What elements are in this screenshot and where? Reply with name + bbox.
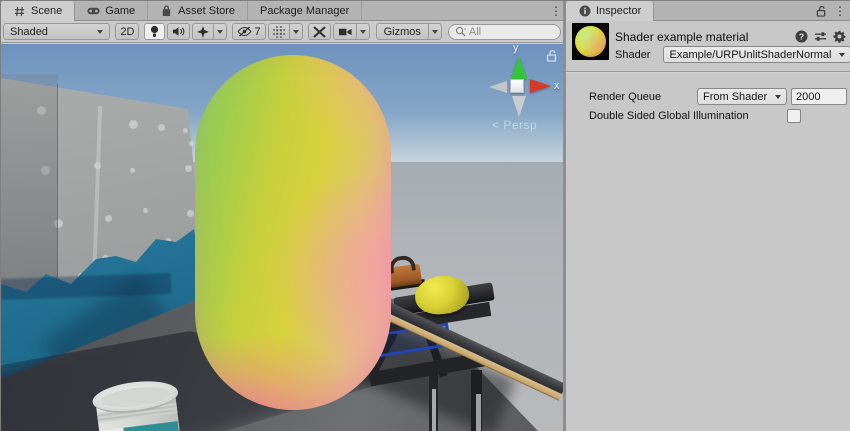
chevron-down-icon [217, 30, 223, 34]
scene-panel: Scene Game Asset Store Package Manager ⋮ [1, 1, 563, 431]
section-divider [566, 71, 850, 73]
snap-grid-button[interactable] [268, 23, 290, 40]
tabbar-spacer [362, 1, 549, 20]
tab-label: Inspector [596, 5, 641, 17]
component-tools-button[interactable] [308, 23, 331, 40]
inspector-menu-button[interactable]: ⋮ [833, 1, 847, 20]
camera-split-button [333, 23, 370, 40]
camera-button[interactable] [333, 23, 357, 40]
gamepad-icon [87, 4, 100, 17]
y-axis-cone[interactable] [511, 56, 527, 79]
bench-metal-leg [432, 389, 436, 431]
x-axis-cone[interactable] [530, 79, 551, 93]
help-icon[interactable]: ? [795, 30, 808, 43]
scene-visibility-button[interactable]: 7 [232, 23, 265, 40]
shading-mode-dropdown[interactable]: Shaded [3, 23, 110, 40]
scene-tabbar: Scene Game Asset Store Package Manager ⋮ [1, 1, 563, 21]
inspector-tabbar: Inspector ⋮ [566, 1, 850, 21]
audio-icon [172, 26, 185, 37]
lock-icon[interactable] [546, 49, 558, 62]
gizmos-dropdown-button[interactable] [429, 23, 442, 40]
effects-dropdown-button[interactable] [214, 23, 227, 40]
chevron-down-icon [839, 53, 845, 57]
bag-icon [160, 4, 173, 17]
chevron-down-icon [432, 30, 438, 34]
paint-bucket [91, 377, 183, 431]
scene-toolbar: Shaded 2D [1, 21, 563, 43]
scene-viewport[interactable]: y x < Persp [1, 44, 563, 431]
tools-icon [313, 26, 326, 38]
gear-icon[interactable] [833, 30, 846, 43]
chevron-down-icon [97, 30, 103, 34]
chevron-down-icon [293, 30, 299, 34]
material-name: Shader example material [615, 30, 748, 44]
snap-grid-icon [273, 26, 285, 38]
grid-dropdown-button[interactable] [290, 23, 303, 40]
effects-split-button [192, 23, 227, 40]
eye-off-icon [237, 26, 252, 37]
lightbulb-icon [149, 25, 160, 38]
shader-label: Shader [615, 49, 650, 61]
audio-toggle-button[interactable] [167, 23, 190, 40]
shader-dropdown[interactable]: Example/URPUnlitShaderNormal [663, 46, 850, 63]
presets-icon[interactable] [814, 30, 827, 43]
tab-label: Package Manager [260, 5, 349, 17]
render-queue-value-field[interactable] [791, 88, 847, 105]
scene-panel-menu-button[interactable]: ⋮ [549, 1, 563, 20]
chevron-down-icon [775, 95, 781, 99]
unity-editor-window: Scene Game Asset Store Package Manager ⋮ [0, 0, 850, 431]
scene-search-box[interactable] [448, 24, 561, 40]
render-queue-dropdown[interactable]: From Shader [697, 88, 787, 105]
gizmos-button[interactable]: Gizmos [376, 23, 429, 40]
toggle-2d-button[interactable]: 2D [115, 23, 139, 40]
search-input[interactable] [469, 26, 549, 38]
tab-scene[interactable]: Scene [1, 1, 75, 21]
tab-asset-store[interactable]: Asset Store [148, 1, 248, 20]
tab-label: Asset Store [178, 5, 235, 17]
tab-label: Scene [31, 5, 62, 17]
camera-dropdown-button[interactable] [357, 23, 370, 40]
tab-label: Game [105, 5, 135, 17]
double-sided-gi-label: Double Sided Global Illumination [589, 110, 749, 122]
camera-icon [338, 27, 352, 37]
material-preview-sphere [575, 26, 606, 57]
chevron-down-icon [360, 30, 366, 34]
tab-package-manager[interactable]: Package Manager [248, 1, 362, 20]
double-sided-gi-checkbox[interactable] [787, 109, 801, 123]
effects-toggle-button[interactable] [192, 23, 214, 40]
material-preview[interactable] [572, 23, 609, 60]
neg-x-axis-cone[interactable] [489, 81, 507, 93]
lighting-toggle-button[interactable] [144, 23, 165, 40]
hidden-count: 7 [254, 26, 260, 38]
bench-metal-leg [476, 394, 481, 431]
search-icon [455, 26, 466, 37]
tab-inspector[interactable]: Inspector [566, 1, 654, 21]
material-header: Shader example material ? Shader Example… [566, 22, 850, 66]
y-axis-label: y [513, 44, 519, 54]
info-icon [578, 5, 591, 18]
grid-split-button [268, 23, 303, 40]
svg-text:?: ? [799, 31, 804, 41]
gizmo-center-cube[interactable] [510, 79, 524, 93]
grid-icon [13, 5, 26, 18]
projection-label[interactable]: < Persp [492, 118, 537, 132]
neg-y-axis-cone[interactable] [512, 96, 526, 117]
render-queue-label: Render Queue [589, 91, 661, 103]
capsule-object[interactable] [195, 55, 391, 410]
tab-game[interactable]: Game [75, 1, 148, 20]
x-axis-label: x [554, 80, 560, 92]
tabbar-spacer [654, 1, 816, 20]
inspector-panel: Inspector ⋮ Shader example material ? [566, 1, 850, 431]
lock-icon[interactable] [816, 5, 827, 17]
gizmos-split-button: Gizmos [376, 23, 442, 40]
effects-icon [197, 26, 209, 38]
